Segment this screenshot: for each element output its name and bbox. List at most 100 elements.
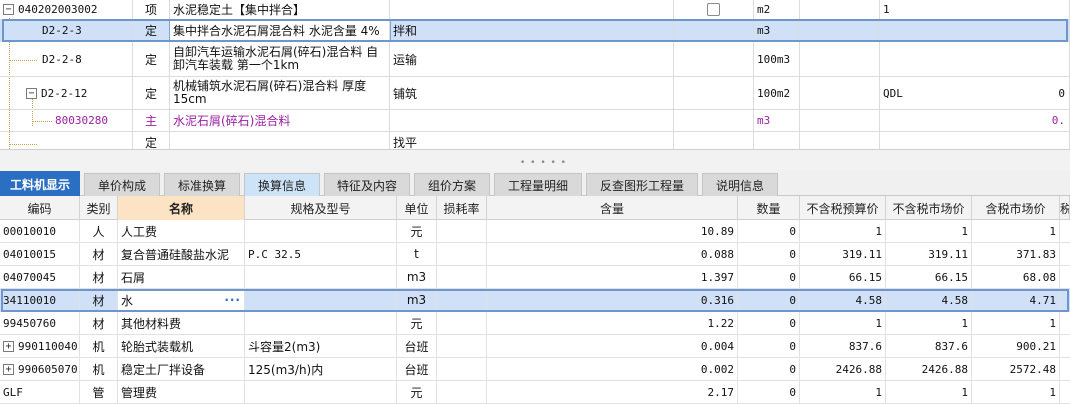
row-unit: m2 (754, 0, 800, 19)
col-loss-rate[interactable]: 损耗率 (437, 196, 487, 220)
col-code[interactable]: 编码 (0, 196, 80, 220)
res-category: 材 (80, 312, 118, 334)
res-name: 轮胎式装载机 (118, 335, 245, 357)
res-tax-market-price: 1 (972, 312, 1060, 334)
resource-row[interactable]: + 990605070 机 稳定土厂拌设备 125(m3/h)内 台班 0.00… (0, 358, 1070, 381)
res-qty: 0 (738, 312, 800, 334)
grip-icon: • • • • • (520, 158, 567, 168)
row-name: 自卸汽车运输水泥石屑(碎石)混合料 自卸汽车装载 第一个1km (170, 42, 390, 76)
res-spec (245, 289, 397, 311)
col-category[interactable]: 类别 (80, 196, 118, 220)
res-name: 其他材料费 (118, 312, 245, 334)
res-content: 0.088 (487, 243, 738, 265)
row-code: D2-2-12 (41, 86, 88, 100)
res-budget-price: 2426.88 (800, 358, 886, 380)
pane-splitter[interactable]: • • • • • (0, 149, 1070, 171)
row-desc: 铺筑 (390, 77, 674, 109)
col-content[interactable]: 含量 (487, 196, 738, 220)
tab-description[interactable]: 说明信息 (702, 173, 778, 196)
res-tax-market-price: 1 (972, 220, 1060, 242)
bill-row-main-material[interactable]: 80030280 主 水泥石屑(碎石)混合料 m3 0. (0, 110, 1070, 132)
resource-row[interactable]: + 990110040 机 轮胎式装载机 斗容量2(m3) 台班 0.004 0… (0, 335, 1070, 358)
res-spec: P.C 32.5 (245, 243, 397, 265)
expand-icon[interactable]: + (3, 363, 14, 375)
res-tax-market-price: 68.08 (972, 266, 1060, 288)
col-name[interactable]: 名称 (118, 196, 245, 220)
resource-row[interactable]: 00010010 人 人工费 元 10.89 0 1 1 1 (0, 220, 1070, 243)
res-qty: 0 (738, 335, 800, 357)
res-category: 材 (80, 243, 118, 265)
resource-row[interactable]: 04010015 材 复合普通硅酸盐水泥 P.C 32.5 t 0.088 0 … (0, 243, 1070, 266)
resource-row[interactable]: 04070045 材 石屑 m3 1.397 0 66.15 66.15 68.… (0, 266, 1070, 289)
resource-row-selected[interactable]: 34110010 材 水 ··· m3 0.316 0 4.58 4.58 4.… (0, 289, 1070, 312)
bill-item-grid: − 040202003002 项 水泥稳定土【集中拌合】 m2 1 D2-2-3… (0, 0, 1070, 149)
res-content: 0.002 (487, 358, 738, 380)
row-desc: 运输 (390, 42, 674, 76)
res-tax-market-price: 1 (972, 381, 1060, 403)
res-budget-price: 4.58 (800, 289, 886, 311)
res-unit: 元 (397, 381, 437, 403)
tab-standard-conversion[interactable]: 标准换算 (164, 173, 240, 196)
res-content: 1.22 (487, 312, 738, 334)
res-name: 人工费 (118, 220, 245, 242)
res-code: 34110010 (0, 289, 80, 311)
bill-row[interactable]: − D2-2-12 定 机械铺筑水泥石屑(碎石)混合料 厚度15cm 铺筑 10… (0, 77, 1070, 110)
res-tax-market-price: 371.83 (972, 243, 1060, 265)
res-loss (437, 381, 487, 403)
res-tax-market-price: 900.21 (972, 335, 1060, 357)
res-code: 04070045 (0, 266, 80, 288)
detail-tab-bar: 工料机显示 单价构成 标准换算 换算信息 特征及内容 组价方案 工程量明细 反查… (0, 171, 1070, 196)
col-market-price[interactable]: 不含税市场价 (886, 196, 972, 220)
bill-row[interactable]: D2-2-8 定 自卸汽车运输水泥石屑(碎石)混合料 自卸汽车装载 第一个1km… (0, 42, 1070, 77)
res-market-price: 1 (886, 381, 972, 403)
col-spec[interactable]: 规格及型号 (245, 196, 397, 220)
resource-row[interactable]: GLF 管 管理费 元 2.17 0 1 1 1 (0, 381, 1070, 404)
res-unit: m3 (397, 289, 437, 311)
res-name: 水 (121, 293, 134, 308)
col-tax-truncated[interactable]: 税 (1060, 196, 1070, 220)
res-loss (437, 243, 487, 265)
res-budget-price: 319.11 (800, 243, 886, 265)
tab-reverse-graphic-quantity[interactable]: 反查图形工程量 (586, 173, 698, 196)
bill-row[interactable]: 定 找平 (0, 132, 1070, 149)
expand-icon[interactable]: + (3, 340, 14, 352)
more-options-icon[interactable]: ··· (224, 293, 241, 307)
tab-features-content[interactable]: 特征及内容 (324, 173, 410, 196)
tab-pricing-scheme[interactable]: 组价方案 (414, 173, 490, 196)
col-quantity[interactable]: 数量 (738, 196, 800, 220)
res-tax-market-price: 2572.48 (972, 358, 1060, 380)
col-tax-market-price[interactable]: 含税市场价 (972, 196, 1060, 220)
res-loss (437, 266, 487, 288)
res-category: 管 (80, 381, 118, 403)
res-qty: 0 (738, 289, 800, 311)
row-code: D2-2-3 (0, 20, 133, 41)
res-loss (437, 358, 487, 380)
res-qty: 0 (738, 266, 800, 288)
res-name: 复合普通硅酸盐水泥 (118, 243, 245, 265)
res-category: 机 (80, 335, 118, 357)
tab-conversion-info[interactable]: 换算信息 (244, 173, 320, 196)
col-unit[interactable]: 单位 (397, 196, 437, 220)
row-amount: 0. (880, 110, 1070, 131)
tab-quantity-detail[interactable]: 工程量明细 (494, 173, 582, 196)
collapse-icon[interactable]: − (3, 4, 14, 15)
row-desc (390, 0, 674, 19)
res-budget-price: 1 (800, 381, 886, 403)
res-budget-price: 837.6 (800, 335, 886, 357)
col-budget-price[interactable]: 不含税预算价 (800, 196, 886, 220)
res-loss (437, 312, 487, 334)
resource-row[interactable]: 99450760 材 其他材料费 元 1.22 0 1 1 1 (0, 312, 1070, 335)
bill-row[interactable]: − 040202003002 项 水泥稳定土【集中拌合】 m2 1 (0, 0, 1070, 20)
res-loss (437, 335, 487, 357)
res-spec (245, 220, 397, 242)
row-name-editor[interactable]: 集中拌合水泥石屑混合料 水泥含量 4% (169, 19, 391, 42)
row-checkbox[interactable] (707, 3, 720, 16)
res-spec (245, 266, 397, 288)
tab-labor-material-machine[interactable]: 工料机显示 (0, 171, 80, 196)
bill-row-selected[interactable]: D2-2-3 定 集中拌合水泥石屑混合料 水泥含量 4% 拌和 m3 (0, 19, 1070, 42)
res-name-editor[interactable]: 水 ··· (118, 289, 245, 311)
res-content: 10.89 (487, 220, 738, 242)
res-unit: 台班 (397, 358, 437, 380)
collapse-icon[interactable]: − (26, 87, 37, 99)
tab-unit-price[interactable]: 单价构成 (84, 173, 160, 196)
